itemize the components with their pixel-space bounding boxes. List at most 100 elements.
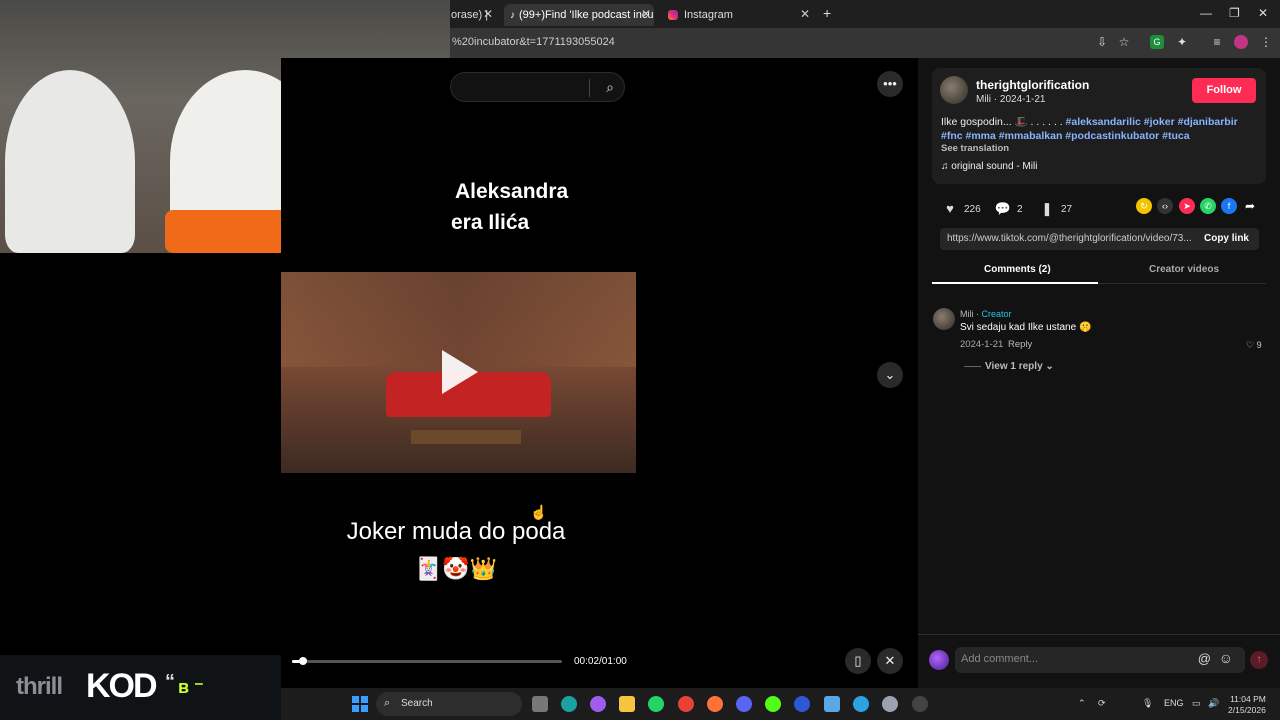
search-icon[interactable]: ⌕ — [606, 79, 614, 96]
tab-label: (99+)Find 'Ilke podcast incuba... — [519, 9, 654, 21]
post-comment-button[interactable]: ↑ — [1250, 651, 1268, 669]
copilot-icon[interactable] — [590, 696, 606, 712]
chevron-down-icon: ⌄ — [1042, 361, 1054, 372]
orange-shorts — [165, 210, 295, 253]
comment-button[interactable]: 💬 2 — [993, 199, 1023, 219]
install-icon[interactable]: ⇩ — [1095, 35, 1109, 49]
author-name: Mili — [960, 309, 974, 319]
instagram-icon — [668, 10, 678, 20]
tab-creator-videos[interactable]: Creator videos — [1149, 264, 1219, 275]
telegram-icon[interactable] — [853, 696, 869, 712]
more-options-icon[interactable]: ••• — [877, 71, 903, 97]
view-replies-button[interactable]: View 1 reply ⌄ — [964, 361, 1054, 372]
search-label: Search — [401, 698, 433, 709]
restore-icon[interactable]: ❐ — [1229, 6, 1240, 20]
puzzle-icon[interactable]: ✦ — [1175, 35, 1189, 49]
close-window-icon[interactable]: ✕ — [1258, 6, 1268, 20]
tab-label: Instagram — [684, 9, 733, 21]
obs-icon[interactable] — [912, 696, 928, 712]
video-time: 00:02/01:00 — [574, 656, 627, 667]
save-button[interactable]: ❚ 27 — [1037, 199, 1073, 219]
facebook-icon[interactable]: f — [1221, 198, 1237, 214]
comment-input[interactable]: Add comment... @ ☺ — [955, 647, 1245, 673]
heart-outline-icon: ♡ — [1246, 340, 1257, 350]
coffee-table — [411, 430, 521, 444]
reply-button[interactable]: Reply — [1008, 339, 1032, 350]
embed-icon[interactable]: ‹› — [1157, 198, 1173, 214]
task-view-icon[interactable] — [532, 696, 548, 712]
repost-icon[interactable]: ↻ — [1136, 198, 1152, 214]
whatsapp-icon[interactable]: ✆ — [1200, 198, 1216, 214]
tray-chevron-icon[interactable]: ⌃ — [1078, 698, 1086, 709]
like-button[interactable]: ♥ 226 — [940, 199, 981, 219]
music-note-icon: ♫ — [941, 161, 952, 172]
video-thumbnail[interactable] — [281, 272, 636, 473]
mention-icon[interactable]: @ — [1198, 651, 1211, 666]
pip-icon[interactable]: ▯ — [845, 648, 871, 674]
post-meta: Mili · 2024-1-21 — [976, 94, 1046, 105]
firefox-icon[interactable] — [707, 696, 723, 712]
emoji-icon[interactable]: ☺ — [1219, 650, 1233, 666]
tab-tiktok[interactable]: ♪ (99+)Find 'Ilke podcast incuba... — [504, 4, 654, 26]
menu-icon[interactable]: ⋮ — [1259, 35, 1273, 49]
app-blue-icon[interactable] — [794, 696, 810, 712]
chrome-icon[interactable] — [678, 696, 694, 712]
taskbar-clock[interactable]: 11:04 PM 2/15/2026 — [1228, 694, 1266, 716]
comment-tabs: Comments (2) Creator videos — [932, 262, 1266, 284]
taskbar-search[interactable]: ⌕ Search — [376, 692, 522, 716]
comment-placeholder: Add comment... — [961, 653, 1039, 665]
hashtags[interactable]: #aleksandarilic #joker #djanibarbir — [1066, 116, 1238, 128]
windows-start-icon[interactable] — [352, 696, 368, 712]
language-indicator[interactable]: ENG — [1164, 698, 1184, 708]
whatsapp-taskbar-icon[interactable] — [648, 696, 664, 712]
search-box[interactable]: ⌕ — [450, 72, 625, 102]
close-icon[interactable]: ✕ — [483, 7, 493, 21]
edge-icon[interactable] — [561, 696, 577, 712]
play-icon[interactable] — [442, 350, 478, 394]
extension-green-icon[interactable]: G — [1150, 35, 1164, 49]
description-text: Ilke gospodin... 🎩 . . . . . . — [941, 116, 1066, 128]
volume-icon[interactable]: 🔊 — [1208, 698, 1219, 709]
username[interactable]: therightglorification — [976, 78, 1089, 92]
see-translation-link[interactable]: See translation — [941, 143, 1009, 154]
send-icon[interactable]: ➤ — [1179, 198, 1195, 214]
minimize-icon[interactable]: — — [1200, 6, 1212, 20]
url-field[interactable]: %20incubator&t=1771193055024 — [452, 36, 615, 48]
clock-time: 11:04 PM — [1230, 694, 1266, 704]
share-arrow-icon[interactable]: ➦ — [1242, 198, 1258, 214]
media-icon[interactable]: ≡ — [1210, 35, 1224, 49]
clock-date: 2/15/2026 — [1228, 705, 1266, 715]
avatar[interactable] — [940, 76, 968, 104]
comment-author[interactable]: Mili · Creator — [960, 309, 1012, 319]
video-progress-bar[interactable] — [292, 657, 562, 665]
like-count: 226 — [964, 203, 981, 215]
close-icon[interactable]: ✕ — [800, 7, 810, 21]
close-icon[interactable]: ✕ — [641, 7, 651, 21]
tray-app-icon[interactable]: ⟳ — [1098, 698, 1106, 709]
sound-link[interactable]: ♫ original sound - Mili — [941, 161, 1037, 172]
discord-icon[interactable] — [736, 696, 752, 712]
hashtags[interactable]: #fnc #mma #mmabalkan #podcastinkubator #… — [941, 130, 1190, 142]
tray-mic-icon[interactable]: 🎙 — [1142, 698, 1153, 709]
tiktok-icon: ♪ — [510, 9, 515, 21]
chevron-down-icon[interactable]: ⌄ — [877, 362, 903, 388]
bookmark-star-icon[interactable]: ☆ — [1117, 35, 1131, 49]
profile-icon[interactable] — [1234, 35, 1248, 49]
tab-instagram[interactable]: Instagram — [664, 4, 814, 26]
tab-comments[interactable]: Comments (2) — [984, 264, 1051, 275]
mute-icon[interactable]: ✕ — [877, 648, 903, 674]
video-link[interactable]: https://www.tiktok.com/@therightglorific… — [947, 233, 1197, 244]
folder-icon[interactable] — [619, 696, 635, 712]
new-tab-button[interactable]: + — [823, 5, 831, 21]
follow-button[interactable]: Follow — [1192, 78, 1256, 103]
notepad-icon[interactable] — [824, 696, 840, 712]
my-avatar[interactable] — [929, 650, 949, 670]
comment-avatar[interactable] — [933, 308, 955, 330]
copy-link-button[interactable]: Copy link — [1204, 233, 1249, 244]
comment-like-count: 9 — [1256, 340, 1262, 350]
app-green-icon[interactable] — [765, 696, 781, 712]
comment-like-button[interactable]: ♡ 9 — [1246, 340, 1262, 351]
network-icon[interactable]: ▭ — [1192, 698, 1201, 709]
progress-knob[interactable] — [298, 657, 307, 665]
settings-icon[interactable] — [882, 696, 898, 712]
